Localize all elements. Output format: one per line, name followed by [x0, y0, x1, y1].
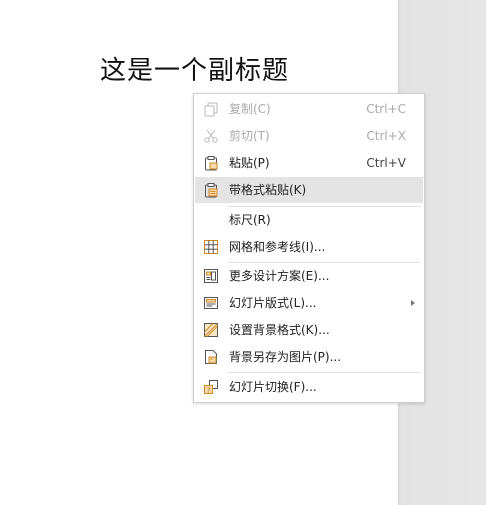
clipboard-icon: [203, 155, 219, 171]
menu-item-save-background[interactable]: 背景另存为图片(P)...: [195, 344, 423, 370]
menu-item-background-format[interactable]: 设置背景格式(K)...: [195, 317, 423, 343]
copy-icon: [203, 101, 219, 117]
menu-item-ruler[interactable]: 标尺(R): [195, 207, 423, 233]
menu-item-label: 标尺(R): [229, 213, 271, 227]
save-image-icon: [203, 349, 219, 365]
svg-text:?: ?: [207, 387, 211, 395]
menu-item-grid-guides[interactable]: 网格和参考线(I)...: [195, 234, 423, 260]
slide-subtitle[interactable]: 这是一个副标题: [100, 50, 289, 87]
menu-item-paste[interactable]: 粘贴(P) Ctrl+V: [195, 150, 423, 176]
menu-item-label: 设置背景格式(K)...: [229, 323, 330, 337]
menu-item-copy[interactable]: 复制(C) Ctrl+C: [195, 96, 423, 122]
transition-icon: ?: [203, 379, 219, 395]
menu-separator: [228, 372, 420, 373]
menu-item-cut[interactable]: 剪切(T) Ctrl+X: [195, 123, 423, 149]
menu-item-paste-formatted[interactable]: 带格式粘贴(K): [195, 177, 423, 203]
clipboard-format-icon: [203, 182, 219, 198]
menu-item-label: 粘贴(P): [229, 156, 270, 170]
submenu-arrow-icon: [411, 300, 415, 306]
menu-item-shortcut: Ctrl+C: [366, 102, 406, 116]
menu-item-more-designs[interactable]: 更多设计方案(E)...: [195, 263, 423, 289]
menu-item-label: 剪切(T): [229, 129, 270, 143]
context-menu: 复制(C) Ctrl+C 剪切(T) Ctrl+X 粘贴(P) Ctrl+V 带…: [193, 93, 425, 403]
menu-item-label: 背景另存为图片(P)...: [229, 350, 342, 364]
menu-item-label: 带格式粘贴(K): [229, 183, 307, 197]
layout-icon: [203, 295, 219, 311]
menu-item-label: 网格和参考线(I)...: [229, 240, 326, 254]
grid-icon: [203, 239, 219, 255]
menu-item-slide-layout[interactable]: 幻灯片版式(L)...: [195, 290, 423, 316]
menu-item-label: 幻灯片版式(L)...: [229, 296, 317, 310]
menu-item-label: 复制(C): [229, 102, 271, 116]
scissors-icon: [203, 128, 219, 144]
design-icon: [203, 268, 219, 284]
background-icon: [203, 322, 219, 338]
menu-item-slide-transition[interactable]: ? 幻灯片切换(F)...: [195, 374, 423, 400]
menu-item-label: 幻灯片切换(F)...: [229, 380, 317, 394]
menu-item-shortcut: Ctrl+X: [366, 129, 406, 143]
menu-item-label: 更多设计方案(E)...: [229, 269, 330, 283]
menu-item-shortcut: Ctrl+V: [366, 156, 406, 170]
